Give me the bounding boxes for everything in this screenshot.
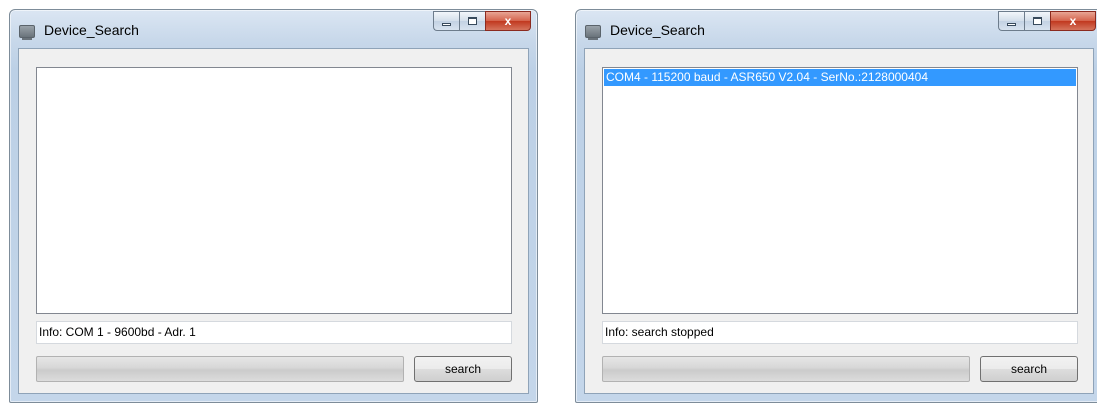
close-button[interactable]: x	[1050, 11, 1096, 31]
app-icon	[19, 25, 35, 40]
app-icon	[585, 25, 601, 40]
list-item[interactable]: COM4 - 115200 baud - ASR650 V2.04 - SerN…	[604, 69, 1076, 86]
caption-buttons: x	[998, 11, 1096, 32]
device-list[interactable]: COM4 - 115200 baud - ASR650 V2.04 - SerN…	[602, 67, 1078, 314]
minimize-icon	[1007, 22, 1016, 26]
maximize-icon	[468, 17, 477, 25]
search-button[interactable]: search	[414, 356, 512, 382]
client-area: Info: COM 1 - 9600bd - Adr. 1 search	[18, 48, 529, 394]
device-list[interactable]	[36, 67, 512, 314]
minimize-icon	[442, 22, 451, 26]
device-search-window-2: Device_Search x COM4 - 115200 baud - ASR…	[575, 9, 1097, 403]
close-icon: x	[504, 14, 512, 28]
maximize-button[interactable]	[459, 11, 485, 31]
window-title: Device_Search	[610, 22, 705, 38]
title-bar[interactable]: Device_Search x	[576, 10, 1097, 48]
info-field[interactable]: Info: COM 1 - 9600bd - Adr. 1	[36, 321, 512, 344]
close-icon: x	[1069, 14, 1077, 28]
search-progress-bar	[602, 356, 970, 382]
search-progress-bar	[36, 356, 404, 382]
device-search-window-1: Device_Search x Info: COM 1 - 9600bd - A…	[9, 9, 538, 403]
close-button[interactable]: x	[485, 11, 531, 31]
minimize-button[interactable]	[998, 11, 1024, 31]
search-button[interactable]: search	[980, 356, 1078, 382]
title-bar[interactable]: Device_Search x	[10, 10, 537, 48]
info-field[interactable]: Info: search stopped	[602, 321, 1078, 344]
maximize-icon	[1033, 17, 1042, 25]
minimize-button[interactable]	[433, 11, 459, 31]
window-title: Device_Search	[44, 22, 139, 38]
maximize-button[interactable]	[1024, 11, 1050, 31]
client-area: COM4 - 115200 baud - ASR650 V2.04 - SerN…	[584, 48, 1094, 394]
caption-buttons: x	[433, 11, 531, 32]
